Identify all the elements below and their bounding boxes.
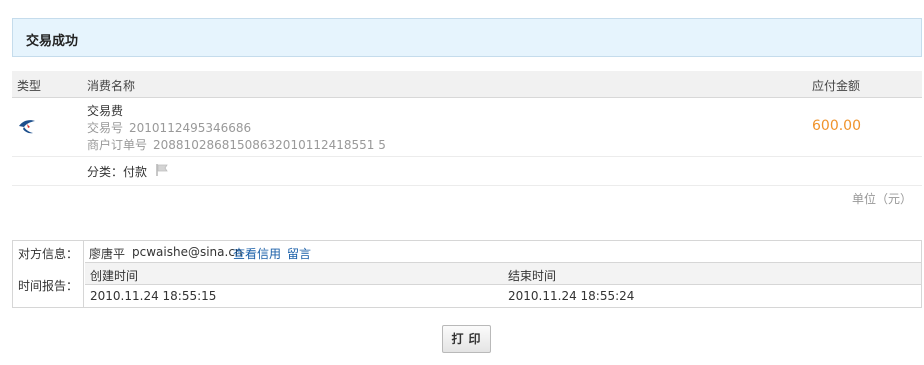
message-link[interactable]: 留言 — [287, 245, 311, 262]
trade-number-value: 2010112495346686 — [129, 121, 252, 135]
amount-value: 600.00 — [812, 118, 861, 134]
trade-number-label: 交易号 — [87, 121, 124, 135]
order-number-label: 商户订单号 — [87, 138, 148, 152]
view-credit-link[interactable]: 查看信用 — [233, 245, 281, 262]
header-name: 消费名称 — [87, 79, 136, 93]
header-type: 类型 — [17, 79, 42, 93]
info-label-column: 对方信息： 时间报告： — [13, 241, 84, 307]
item-name: 交易费 — [87, 104, 124, 118]
order-number-value: 20881028681508632010112418551 5 — [153, 138, 386, 152]
table-row: 交易费 交易号 2010112495346686 商户订单号 20881028681… — [12, 98, 922, 157]
table-header: 类型 消费名称 应付金额 — [12, 71, 922, 98]
category-label: 分类：付款 — [87, 165, 148, 179]
end-time-value: 2010.11.24 18:55:24 — [508, 289, 635, 303]
status-banner: 交易成功 — [12, 18, 922, 57]
order-number: 商户订单号 20881028681508632010112418551 5 — [87, 136, 386, 153]
counterparty-name: 廖唐平 — [89, 247, 126, 261]
time-report-label: 时间报告： — [18, 279, 79, 293]
counterparty-row: 廖唐平 pcwaishe@sina.cn 查看信用 留言 — [85, 241, 921, 263]
trade-number: 交易号 2010112495346686 — [87, 119, 251, 136]
created-time-header: 创建时间 — [90, 269, 139, 283]
bird-icon — [17, 118, 37, 136]
counterparty-label: 对方信息： — [18, 247, 79, 261]
category-row: 分类：付款 — [12, 157, 922, 186]
status-title: 交易成功 — [26, 34, 79, 49]
flag-icon[interactable] — [155, 163, 169, 177]
time-header-row: 创建时间 结束时间 — [85, 263, 921, 285]
counterparty-email: pcwaishe@sina.cn — [132, 245, 243, 259]
created-time-value: 2010.11.24 18:55:15 — [90, 289, 217, 303]
print-button[interactable]: 打印 — [442, 325, 491, 353]
time-value-row: 2010.11.24 18:55:15 2010.11.24 18:55:24 — [85, 285, 921, 307]
end-time-header: 结束时间 — [508, 269, 557, 283]
unit-note: 单位（元） — [851, 192, 912, 206]
info-panel: 对方信息： 时间报告： 廖唐平 pcwaishe@sina.cn 查看信用 留言… — [12, 240, 922, 308]
header-amount: 应付金额 — [812, 79, 861, 93]
